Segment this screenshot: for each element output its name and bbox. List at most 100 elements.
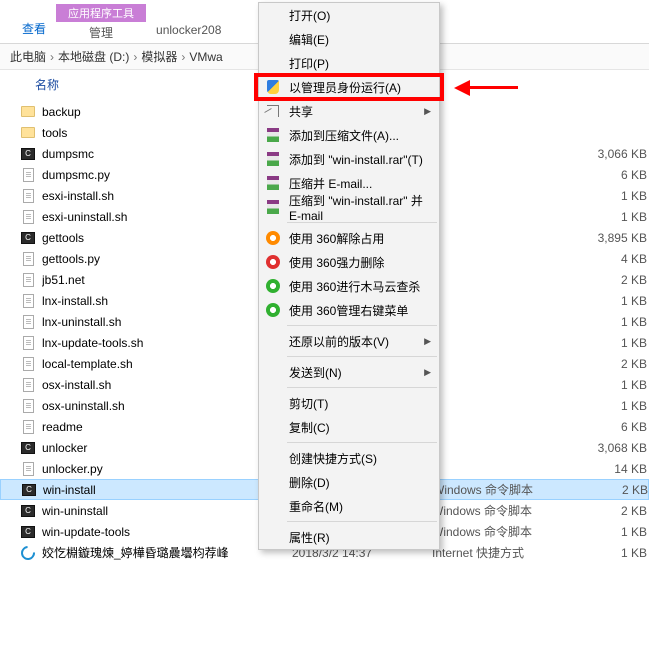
breadcrumb-item[interactable]: VMwa bbox=[187, 50, 224, 64]
ie-icon bbox=[20, 545, 36, 561]
file-size: 2 KB bbox=[582, 273, 647, 287]
file-icon bbox=[20, 167, 36, 183]
360-icon bbox=[265, 278, 281, 294]
file-size: 1 KB bbox=[582, 378, 647, 392]
bat-icon bbox=[20, 524, 36, 540]
ctx-360-manage-menu[interactable]: 使用 360管理右键菜单 bbox=[259, 298, 439, 322]
ctx-share[interactable]: 共享 bbox=[259, 99, 439, 123]
file-icon bbox=[20, 314, 36, 330]
file-icon bbox=[20, 377, 36, 393]
file-name: win-uninstall bbox=[42, 504, 292, 518]
file-size: 1 KB bbox=[582, 525, 647, 539]
tab-view[interactable]: 查看 bbox=[12, 20, 56, 43]
breadcrumb-item[interactable]: 本地磁盘 (D:) bbox=[56, 48, 131, 65]
file-size: 2 KB bbox=[583, 483, 648, 497]
file-icon bbox=[20, 335, 36, 351]
file-type: Windows 命令脚本 bbox=[432, 523, 582, 540]
file-name: unlocker.py bbox=[42, 462, 292, 476]
file-size: 6 KB bbox=[582, 168, 647, 182]
bat-icon bbox=[21, 482, 37, 498]
ctx-archive-name-email[interactable]: 压缩到 "win-install.rar" 并 E-mail bbox=[259, 195, 439, 219]
file-name: lnx-install.sh bbox=[42, 294, 292, 308]
ctx-print[interactable]: 打印(P) bbox=[259, 51, 439, 75]
file-size: 3,068 KB bbox=[582, 441, 647, 455]
bat-icon bbox=[20, 440, 36, 456]
file-name: gettools.py bbox=[42, 252, 292, 266]
ctx-360-trojan-label: 使用 360进行木马云查杀 bbox=[289, 278, 420, 295]
file-name: tools bbox=[42, 126, 292, 140]
ctx-create-shortcut[interactable]: 创建快捷方式(S) bbox=[259, 446, 439, 470]
bat-icon bbox=[20, 503, 36, 519]
file-size: 1 KB bbox=[582, 210, 647, 224]
ctx-360-force-delete[interactable]: 使用 360强力删除 bbox=[259, 250, 439, 274]
separator bbox=[287, 442, 437, 443]
folder-icon bbox=[20, 104, 36, 120]
file-icon bbox=[20, 293, 36, 309]
share-icon bbox=[265, 103, 281, 119]
file-name: dumpsmc.py bbox=[42, 168, 292, 182]
file-name: win-install bbox=[43, 483, 293, 497]
ctx-add-archive[interactable]: 添加到压缩文件(A)... bbox=[259, 123, 439, 147]
ctx-send-to[interactable]: 发送到(N) bbox=[259, 360, 439, 384]
file-icon bbox=[20, 272, 36, 288]
folder-icon bbox=[20, 125, 36, 141]
file-name: local-template.sh bbox=[42, 357, 292, 371]
separator bbox=[287, 356, 437, 357]
file-size: 3,066 KB bbox=[582, 147, 647, 161]
ribbon-contextual-sub[interactable]: 管理 bbox=[81, 22, 121, 43]
file-name: lnx-uninstall.sh bbox=[42, 315, 292, 329]
ctx-copy[interactable]: 复制(C) bbox=[259, 415, 439, 439]
rar-icon bbox=[265, 199, 281, 215]
ctx-properties[interactable]: 属性(R) bbox=[259, 525, 439, 549]
ctx-restore-previous[interactable]: 还原以前的版本(V) bbox=[259, 329, 439, 353]
ctx-360-manage-label: 使用 360管理右键菜单 bbox=[289, 302, 408, 319]
ctx-360-force-label: 使用 360强力删除 bbox=[289, 254, 384, 271]
file-size: 14 KB bbox=[582, 462, 647, 476]
file-name: readme bbox=[42, 420, 292, 434]
ctx-delete[interactable]: 删除(D) bbox=[259, 470, 439, 494]
file-icon bbox=[20, 398, 36, 414]
360-icon bbox=[265, 302, 281, 318]
file-name: osx-install.sh bbox=[42, 378, 292, 392]
file-icon bbox=[20, 209, 36, 225]
ctx-cut[interactable]: 剪切(T) bbox=[259, 391, 439, 415]
ctx-open[interactable]: 打开(O) bbox=[259, 3, 439, 27]
separator bbox=[287, 387, 437, 388]
file-size: 4 KB bbox=[582, 252, 647, 266]
ctx-add-archive-name[interactable]: 添加到 "win-install.rar"(T) bbox=[259, 147, 439, 171]
ribbon-contextual-group: 应用程序工具 管理 bbox=[56, 4, 146, 43]
separator bbox=[287, 325, 437, 326]
ctx-360-unlock[interactable]: 使用 360解除占用 bbox=[259, 226, 439, 250]
file-name: unlocker bbox=[42, 441, 292, 455]
ctx-share-label: 共享 bbox=[289, 103, 313, 120]
file-size: 1 KB bbox=[582, 315, 647, 329]
file-name: lnx-update-tools.sh bbox=[42, 336, 292, 350]
file-type: Windows 命令脚本 bbox=[433, 481, 583, 498]
ctx-edit[interactable]: 编辑(E) bbox=[259, 27, 439, 51]
separator bbox=[287, 521, 437, 522]
chevron-right-icon: › bbox=[48, 50, 56, 64]
breadcrumb-item[interactable]: 模拟器 bbox=[139, 48, 179, 65]
file-icon bbox=[20, 461, 36, 477]
file-icon bbox=[20, 251, 36, 267]
chevron-right-icon: › bbox=[131, 50, 139, 64]
file-size: 1 KB bbox=[582, 546, 647, 560]
file-size: 2 KB bbox=[582, 504, 647, 518]
ctx-rename[interactable]: 重命名(M) bbox=[259, 494, 439, 518]
360-icon bbox=[265, 230, 281, 246]
breadcrumb-item[interactable]: 此电脑 bbox=[8, 48, 48, 65]
ctx-360-trojan-scan[interactable]: 使用 360进行木马云查杀 bbox=[259, 274, 439, 298]
bat-icon bbox=[20, 230, 36, 246]
file-size: 1 KB bbox=[582, 399, 647, 413]
rar-icon bbox=[265, 151, 281, 167]
360-icon bbox=[265, 254, 281, 270]
ctx-360-unlock-label: 使用 360解除占用 bbox=[289, 230, 384, 247]
file-size: 3,895 KB bbox=[582, 231, 647, 245]
ribbon-contextual-title: 应用程序工具 bbox=[56, 4, 146, 22]
file-name: dumpsmc bbox=[42, 147, 292, 161]
ctx-archive-email-label: 压缩并 E-mail... bbox=[289, 175, 372, 192]
annotation-highlight-box bbox=[254, 73, 444, 101]
window-title: unlocker208 bbox=[146, 23, 231, 43]
file-type: Internet 快捷方式 bbox=[432, 544, 582, 561]
file-name: esxi-install.sh bbox=[42, 189, 292, 203]
